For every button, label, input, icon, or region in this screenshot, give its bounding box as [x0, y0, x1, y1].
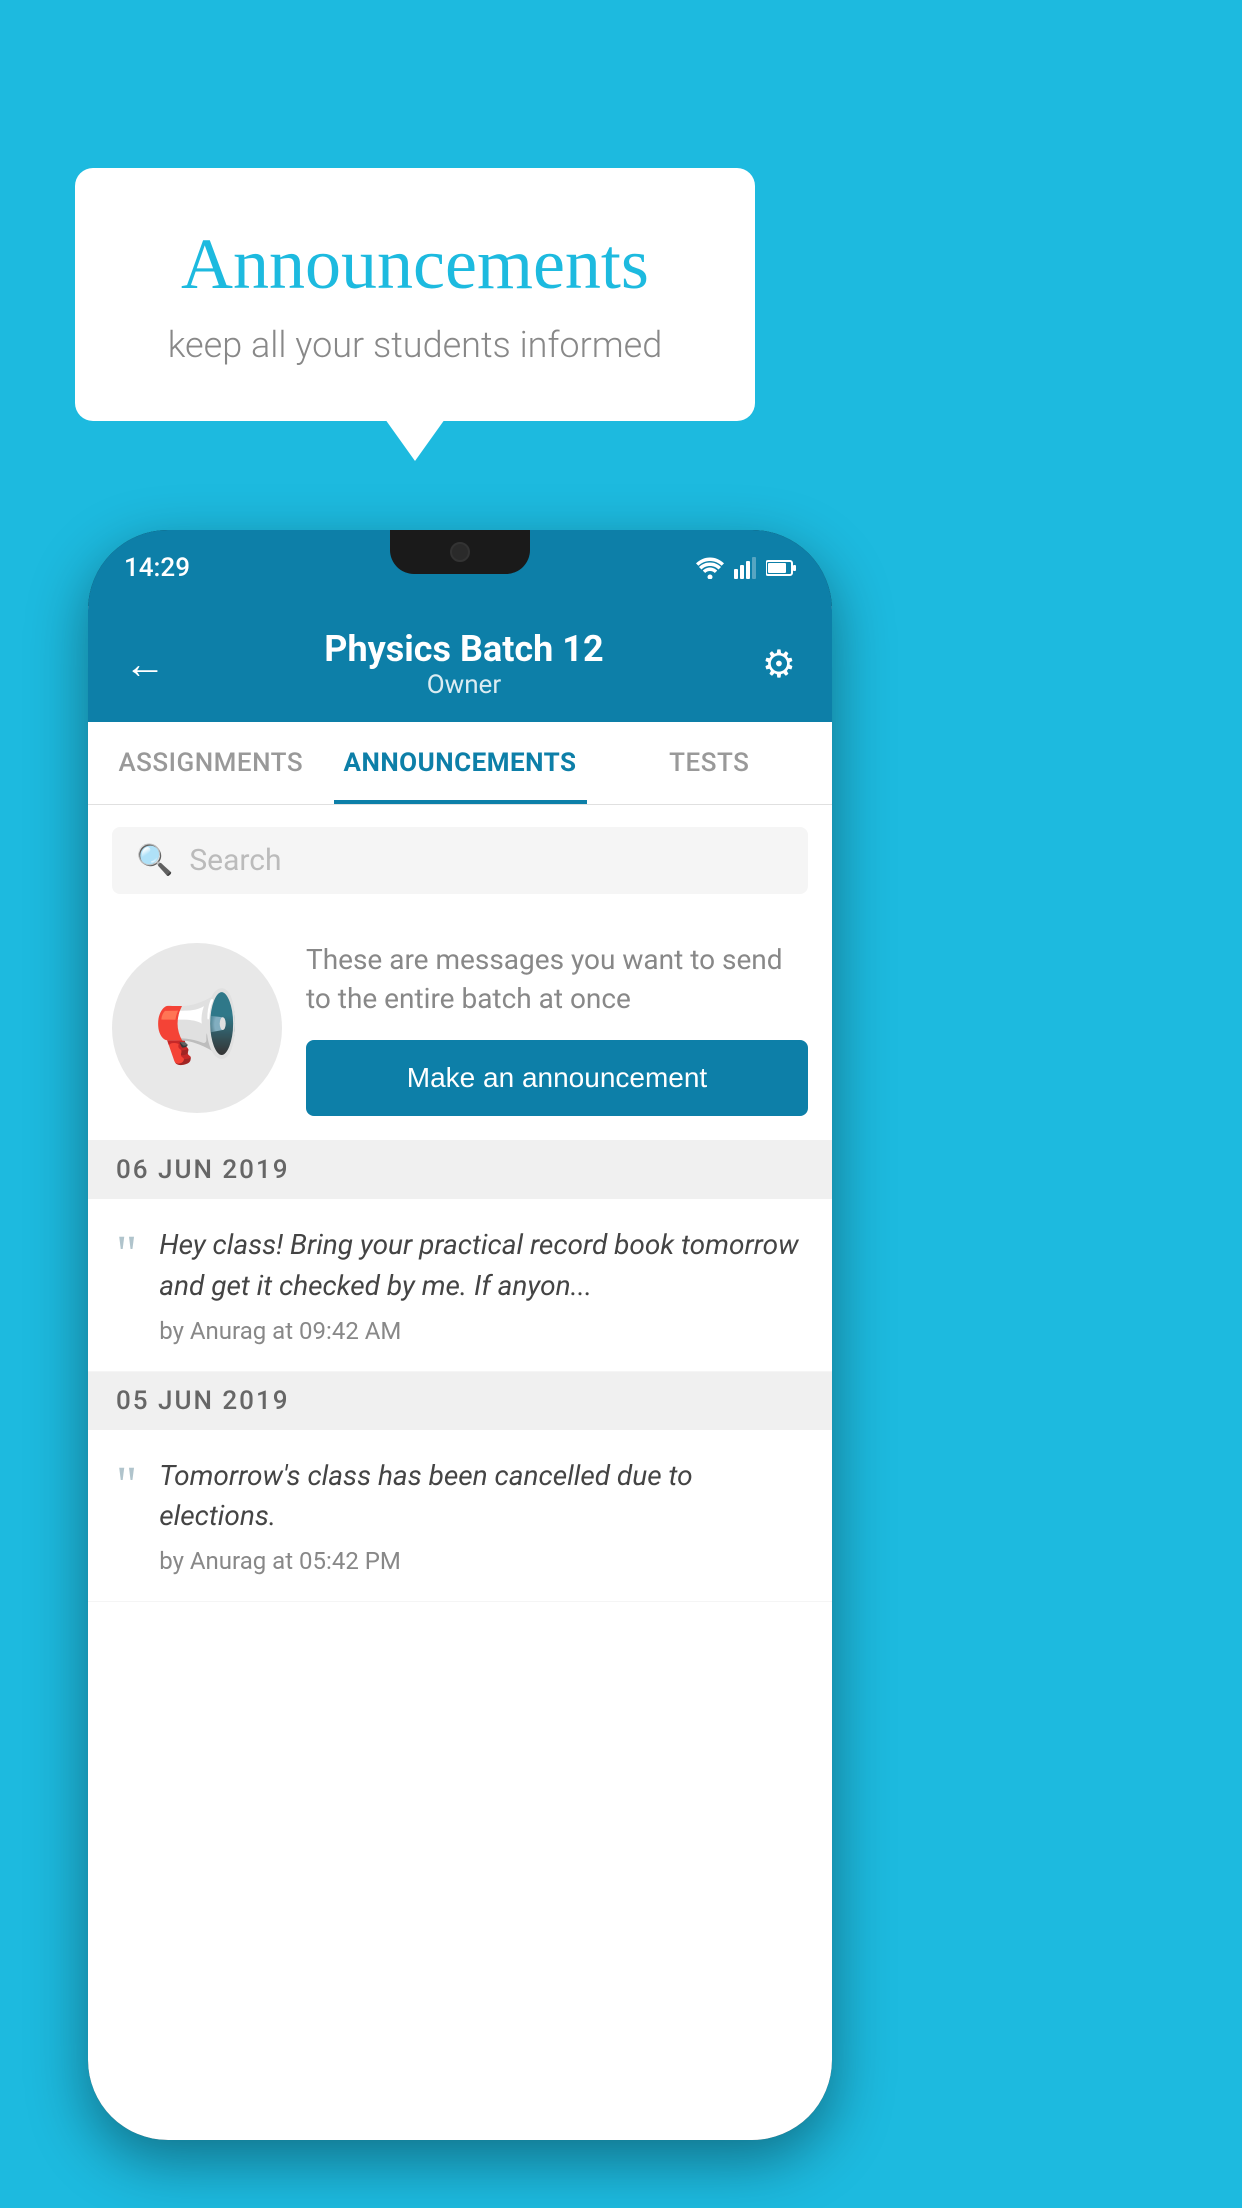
megaphone-circle: 📢 [112, 943, 282, 1113]
message-meta-1: by Anurag at 09:42 AM [159, 1317, 804, 1345]
search-placeholder: Search [189, 843, 281, 878]
cta-description: These are messages you want to send to t… [306, 940, 808, 1018]
content-area: 🔍 Search 📢 These are messages you want t… [88, 805, 832, 1602]
tab-bar: ASSIGNMENTS ANNOUNCEMENTS TESTS [88, 722, 832, 805]
settings-button[interactable]: ⚙ [762, 642, 796, 687]
date-separator-2: 05 JUN 2019 [88, 1372, 832, 1430]
phone-notch [390, 530, 530, 574]
quote-icon: " [116, 1229, 137, 1281]
make-announcement-button[interactable]: Make an announcement [306, 1040, 808, 1116]
app-header: ← Physics Batch 12 Owner ⚙ [88, 606, 832, 722]
megaphone-icon: 📢 [153, 987, 240, 1069]
status-time: 14:29 [124, 553, 190, 583]
cta-right: These are messages you want to send to t… [306, 940, 808, 1116]
message-text-1: Hey class! Bring your practical record b… [159, 1225, 804, 1306]
announcement-cta: 📢 These are messages you want to send to… [88, 916, 832, 1141]
speech-bubble-title: Announcements [135, 223, 695, 306]
tab-assignments[interactable]: ASSIGNMENTS [88, 722, 334, 804]
search-bar[interactable]: 🔍 Search [112, 827, 808, 894]
back-button[interactable]: ← [124, 640, 166, 689]
tab-announcements[interactable]: ANNOUNCEMENTS [334, 722, 587, 804]
phone-screen: ← Physics Batch 12 Owner ⚙ ASSIGNMENTS A… [88, 606, 832, 2140]
status-icons [696, 557, 796, 579]
message-meta-2: by Anurag at 05:42 PM [159, 1547, 804, 1575]
announcement-item-1[interactable]: " Hey class! Bring your practical record… [88, 1199, 832, 1371]
message-text-2: Tomorrow's class has been cancelled due … [159, 1456, 804, 1537]
quote-icon-2: " [116, 1460, 137, 1512]
header-center: Physics Batch 12 Owner [166, 628, 762, 700]
batch-title: Physics Batch 12 [166, 628, 762, 670]
search-icon: 🔍 [136, 843, 173, 878]
batch-role: Owner [166, 670, 762, 700]
message-content-2: Tomorrow's class has been cancelled due … [159, 1456, 804, 1575]
speech-bubble-container: Announcements keep all your students inf… [75, 168, 755, 421]
tab-tests[interactable]: TESTS [587, 722, 833, 804]
status-bar: 14:29 [88, 530, 832, 606]
phone: 14:29 [88, 530, 832, 2140]
announcement-item-2[interactable]: " Tomorrow's class has been cancelled du… [88, 1430, 832, 1602]
speech-bubble-subtitle: keep all your students informed [135, 324, 695, 366]
wifi-icon [696, 557, 724, 579]
message-content-1: Hey class! Bring your practical record b… [159, 1225, 804, 1344]
camera [450, 542, 470, 562]
speech-bubble: Announcements keep all your students inf… [75, 168, 755, 421]
signal-icon [734, 557, 756, 579]
battery-icon [766, 559, 796, 577]
date-separator-1: 06 JUN 2019 [88, 1141, 832, 1199]
